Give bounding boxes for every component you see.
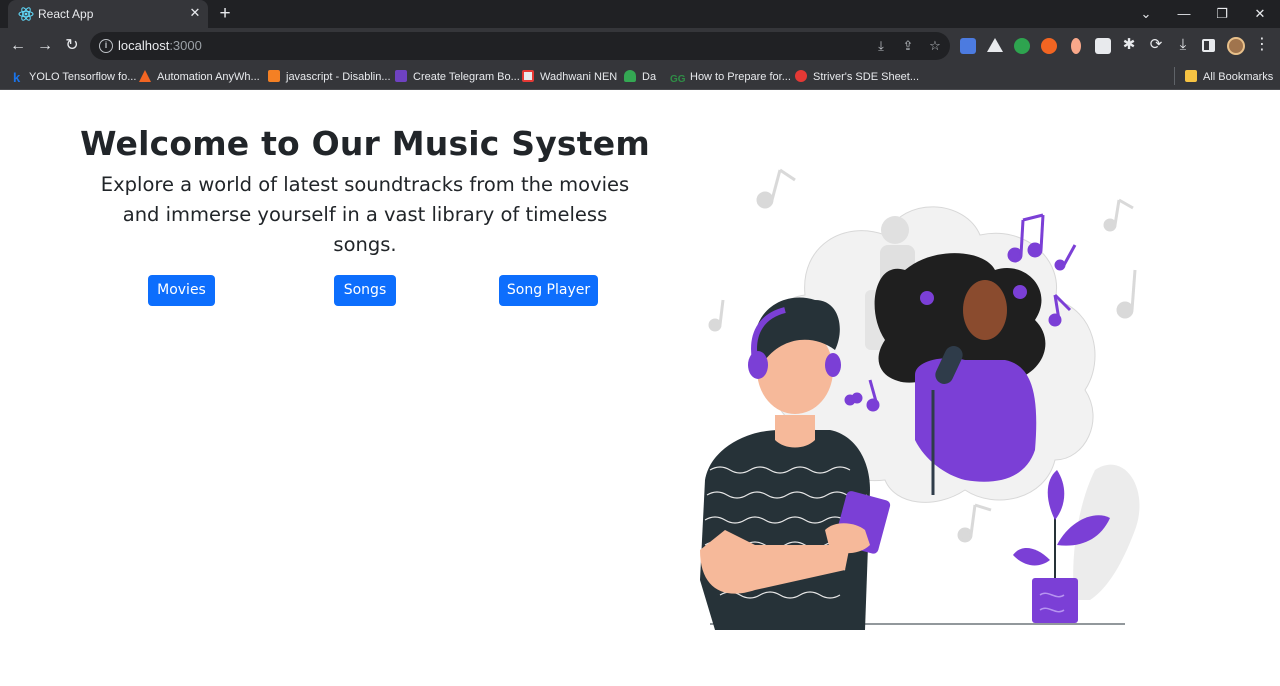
bookmark-favicon-icon xyxy=(395,70,407,82)
extension-5-icon[interactable] xyxy=(1071,38,1081,54)
profile-avatar[interactable] xyxy=(1227,37,1245,55)
page-content: Welcome to Our Music System Explore a wo… xyxy=(0,90,1280,686)
extension-2-icon[interactable] xyxy=(987,38,1003,52)
bookmark-item[interactable]: Create Telegram Bo... xyxy=(395,69,520,85)
folder-icon xyxy=(1185,70,1197,82)
pianist-head xyxy=(881,216,909,244)
extension-1-icon[interactable] xyxy=(960,38,976,54)
browser-toolbar: ← → ↻ i localhost:3000 ⤓ ⇪ ☆ xyxy=(0,28,1280,64)
minimize-icon[interactable]: — xyxy=(1165,0,1203,28)
music-illustration xyxy=(700,168,1140,630)
tab-search-icon[interactable]: ⌄ xyxy=(1127,0,1165,28)
movies-button[interactable]: Movies xyxy=(148,275,215,306)
tab-title: React App xyxy=(38,7,94,21)
downloads-icon[interactable]: ⤓ xyxy=(1175,36,1191,53)
react-favicon-icon xyxy=(18,7,34,21)
bookmark-item[interactable]: Automation AnyWh... xyxy=(139,69,260,85)
bookmarks-bar: k YOLO Tensorflow fo... Automation AnyWh.… xyxy=(0,64,1280,90)
tab-strip: React App ✕ + ⌄ — ❐ ✕ xyxy=(0,0,1280,28)
site-info-icon[interactable]: i xyxy=(99,39,113,53)
page-title: Welcome to Our Music System xyxy=(80,124,650,163)
extension-4-icon[interactable] xyxy=(1041,38,1057,54)
address-bar[interactable]: i localhost:3000 ⤓ ⇪ ☆ xyxy=(90,32,950,60)
url-text: localhost:3000 xyxy=(118,38,202,53)
extensions-puzzle-icon[interactable]: ✱ xyxy=(1121,36,1137,53)
back-icon[interactable]: ← xyxy=(6,34,30,58)
sync-icon[interactable]: ⟳ xyxy=(1148,36,1164,53)
bookmark-favicon-icon: GG xyxy=(670,74,686,85)
extension-6-icon[interactable] xyxy=(1095,38,1111,54)
bookmark-item[interactable]: k YOLO Tensorflow fo... xyxy=(13,69,136,85)
songs-button[interactable]: Songs xyxy=(334,275,396,306)
bookmark-star-icon[interactable]: ☆ xyxy=(927,38,943,54)
bookmark-item[interactable]: Da xyxy=(624,69,656,85)
restore-icon[interactable]: ❐ xyxy=(1203,0,1241,28)
side-panel-icon[interactable] xyxy=(1202,39,1215,52)
close-tab-icon[interactable]: ✕ xyxy=(187,5,203,21)
tab-react-app[interactable]: React App ✕ xyxy=(8,0,208,28)
bookmark-item[interactable]: Striver's SDE Sheet... xyxy=(795,69,919,85)
menu-kebab-icon[interactable]: ⋮ xyxy=(1254,36,1270,53)
bookmark-favicon-icon xyxy=(624,70,636,82)
bookmark-item[interactable]: Wadhwani NEN xyxy=(522,69,617,85)
all-bookmarks[interactable]: All Bookmarks xyxy=(1185,69,1273,85)
bookmark-item[interactable]: GG How to Prepare for... xyxy=(670,69,791,85)
bookmark-favicon-icon xyxy=(268,70,280,82)
bookmark-favicon-icon xyxy=(795,70,807,82)
song-player-button[interactable]: Song Player xyxy=(499,275,598,306)
bookmark-favicon-icon xyxy=(139,70,151,82)
bookmark-favicon-icon: k xyxy=(13,70,21,85)
extension-3-icon[interactable] xyxy=(1014,38,1030,54)
window-close-icon[interactable]: ✕ xyxy=(1241,0,1279,28)
page-subtitle: Explore a world of latest soundtracks fr… xyxy=(100,173,630,256)
bookmarks-divider xyxy=(1174,67,1175,85)
forward-icon[interactable]: → xyxy=(33,34,57,58)
install-app-icon[interactable]: ⤓ xyxy=(873,38,889,54)
reload-icon[interactable]: ↻ xyxy=(60,34,84,58)
bookmark-item[interactable]: javascript - Disablin... xyxy=(268,69,391,85)
bookmark-favicon-icon xyxy=(522,70,534,82)
new-tab-icon[interactable]: + xyxy=(215,4,235,24)
share-icon[interactable]: ⇪ xyxy=(900,38,916,54)
